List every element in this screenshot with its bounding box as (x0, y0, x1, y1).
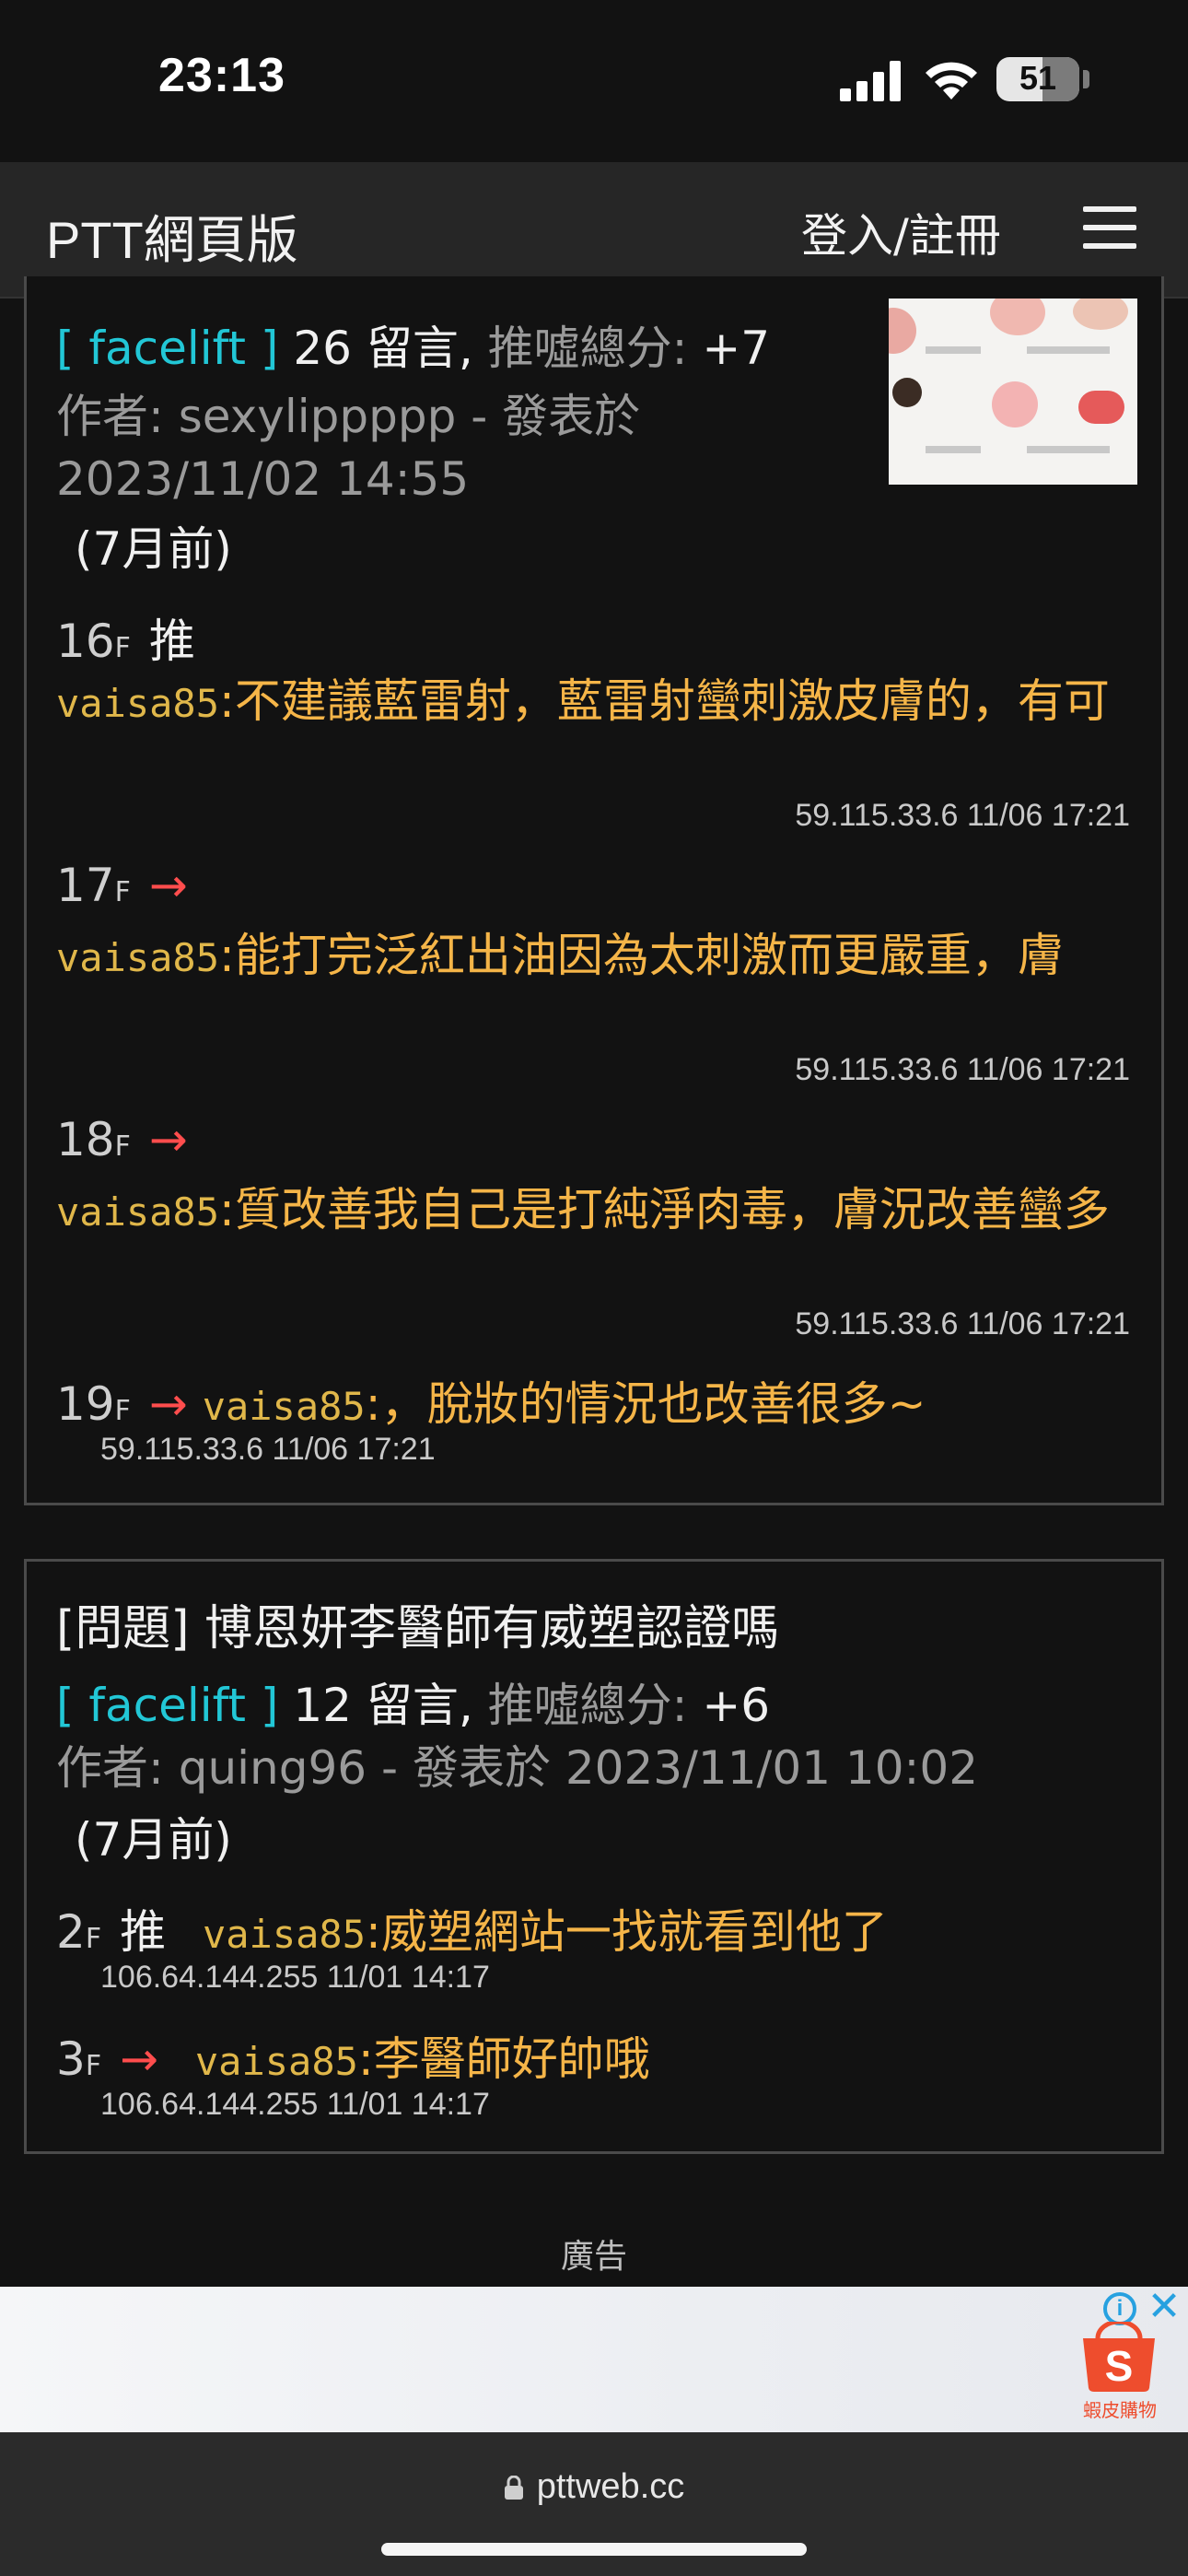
comment-text: 李醫師好帥哦 (373, 2032, 650, 2086)
svg-text:S: S (1105, 2342, 1134, 2390)
arrow-tag: → (120, 2032, 158, 2086)
floor-number: 19 (56, 1377, 115, 1431)
author-line: 作者: quing96 - 發表於 2023/11/01 10:02 (56, 1741, 979, 1795)
comment-user[interactable]: vaisa85 (56, 681, 219, 726)
comment-header: 2F 推 vaisa85:威塑網站一找就看到他了 (56, 1895, 888, 1961)
comment-user[interactable]: vaisa85 (195, 2039, 358, 2084)
comment-text: 能打完泛紅出油因為太刺激而更嚴重，膚 (234, 929, 1064, 982)
post-age: (7月前) (75, 522, 232, 576)
comment-colon: : (219, 929, 235, 982)
post-title[interactable]: [問題] 博恩妍李醫師有威塑認證嗎 (56, 1589, 779, 1658)
floor-number: 18 (56, 1113, 115, 1166)
floor-suffix: F (114, 876, 131, 908)
arrow-tag: → (148, 859, 188, 912)
status-bar: 23:13 51 (0, 0, 1188, 162)
ad-banner[interactable] (0, 2287, 1188, 2432)
url-text[interactable]: pttweb.cc (537, 2467, 685, 2506)
score-label: 推噓總分: (487, 1679, 688, 1732)
comment-header: 18F → (56, 1113, 188, 1166)
url-display[interactable]: pttweb.cc (0, 2467, 1188, 2507)
arrow-tag: → (148, 1113, 188, 1166)
battery-level: 51 (1019, 59, 1057, 97)
comment-count: 12 留言, (293, 1679, 473, 1732)
comment-header: 3F → vaisa85:李醫師好帥哦 (56, 2022, 650, 2089)
comment-colon: : (365, 1377, 381, 1431)
comment-body: vaisa85:能打完泛紅出油因為太刺激而更嚴重，膚 (56, 925, 1161, 989)
post-card[interactable]: [ facelift ] 26 留言, 推噓總分: +7 作者: sexylip… (24, 276, 1164, 1505)
push-tag: 推 (120, 1905, 167, 1959)
post-meta: [ facelift ] 26 留言, 推噓總分: +7 (56, 311, 770, 378)
comment-header: 16F 推 (56, 604, 195, 671)
comment-user[interactable]: vaisa85 (203, 1384, 366, 1429)
floor-number: 2 (56, 1905, 86, 1959)
lock-icon (504, 2476, 523, 2500)
comment-ip-time: 59.115.33.6 11/06 17:21 (795, 1306, 1130, 1341)
comment-header: 17F → (56, 859, 188, 912)
floor-suffix: F (114, 632, 131, 664)
site-brand[interactable]: PTT網頁版 (46, 199, 298, 274)
home-indicator[interactable] (381, 2543, 807, 2556)
post-meta: [ facelift ] 12 留言, 推噓總分: +6 (56, 1669, 770, 1735)
comment-count: 26 留言, (293, 322, 473, 375)
battery-tip (1083, 70, 1089, 88)
battery-icon: 51 (996, 57, 1079, 101)
comment-colon: : (219, 674, 235, 728)
post-age: (7月前) (75, 1813, 232, 1867)
post-thumbnail[interactable] (889, 299, 1137, 485)
comment-text: 質改善我自己是打純淨肉毒，膚況改善蠻多 (234, 1183, 1110, 1236)
floor-suffix: F (114, 1130, 131, 1163)
floor-suffix: F (85, 2050, 102, 2082)
comment-user[interactable]: vaisa85 (56, 935, 219, 980)
status-time: 23:13 (158, 49, 285, 102)
floor-suffix: F (114, 1395, 131, 1427)
login-register-link[interactable]: 登入/註冊 (801, 199, 1001, 265)
comment-header: 19F → vaisa85:，脫妝的情況也改善很多~ (56, 1367, 926, 1434)
score-value: +7 (702, 322, 771, 375)
comment-ip-time: 59.115.33.6 11/06 17:21 (795, 798, 1130, 833)
score-label: 推噓總分: (487, 322, 688, 375)
post-date: 2023/11/02 14:55 (56, 452, 470, 506)
ad-close-icon[interactable]: ✕ (1146, 2287, 1182, 2327)
post-card[interactable]: [問題] 博恩妍李醫師有威塑認證嗎 [ facelift ] 12 留言, 推噓… (24, 1559, 1164, 2154)
ad-info-icon[interactable]: i (1103, 2292, 1136, 2325)
comment-body: vaisa85:不建議藍雷射，藍雷射蠻刺激皮膚的，有可 (56, 671, 1161, 734)
comment-text: 不建議藍雷射，藍雷射蠻刺激皮膚的，有可 (234, 674, 1110, 728)
floor-suffix: F (85, 1923, 102, 1955)
wifi-icon (926, 62, 977, 100)
floor-number: 3 (56, 2032, 86, 2086)
board-tag[interactable]: [ facelift ] (56, 322, 278, 375)
comment-colon: : (366, 1905, 381, 1959)
arrow-tag: → (148, 1377, 188, 1431)
shopee-brand-text[interactable]: 蝦皮購物 (1068, 2395, 1171, 2422)
comment-ip-time: 59.115.33.6 11/06 17:21 (100, 1432, 436, 1467)
comment-colon: : (219, 1183, 235, 1236)
comment-ip-time: 59.115.33.6 11/06 17:21 (795, 1052, 1130, 1087)
score-value: +6 (702, 1679, 771, 1732)
comment-text: 威塑網站一找就看到他了 (380, 1905, 888, 1959)
signal-icon (840, 61, 901, 101)
board-tag[interactable]: [ facelift ] (56, 1679, 278, 1732)
comment-colon: : (357, 2032, 374, 2086)
author-line: 作者: sexylippppp - 發表於 (56, 390, 641, 443)
menu-icon[interactable] (1083, 206, 1136, 249)
comment-ip-time: 106.64.144.255 11/01 14:17 (100, 1960, 490, 1995)
floor-number: 17 (56, 859, 115, 912)
comment-text: ，脫妝的情況也改善很多~ (380, 1377, 926, 1431)
floor-number: 16 (56, 615, 115, 668)
shopee-logo-icon[interactable]: S (1077, 2322, 1160, 2392)
push-tag: 推 (148, 615, 195, 668)
comment-body: vaisa85:質改善我自己是打純淨肉毒，膚況改善蠻多 (56, 1179, 1161, 1243)
ad-label: 廣告 (560, 2238, 627, 2276)
comment-ip-time: 106.64.144.255 11/01 14:17 (100, 2087, 490, 2122)
browser-address-bar[interactable]: pttweb.cc (0, 2432, 1188, 2576)
comment-user[interactable]: vaisa85 (203, 1912, 366, 1957)
comment-user[interactable]: vaisa85 (56, 1189, 219, 1235)
